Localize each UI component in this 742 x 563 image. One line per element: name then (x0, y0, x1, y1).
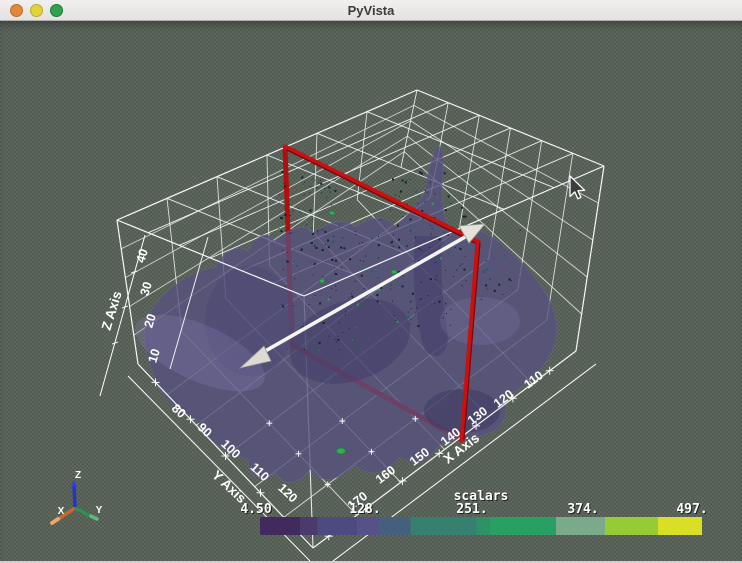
scalar-bar-colormap (260, 517, 702, 535)
z-axis-title: Z Axis (99, 289, 125, 332)
scalar-bar-label-2: 251. (456, 502, 488, 517)
z-arrow-tip (71, 480, 77, 487)
mouse-cursor (569, 175, 586, 200)
y-axis-title: Y Axis (209, 467, 249, 506)
orientation-x-label: X (58, 506, 65, 517)
scalar-bar-label-3: 374. (567, 502, 599, 517)
orientation-axes-widget: Z X Y (50, 470, 103, 525)
scalar-bar-label-4: 497. (676, 502, 708, 517)
window-titlebar[interactable]: PyVista (0, 0, 742, 21)
isosurface-mesh (135, 145, 558, 483)
scalar-bar-label-0: 4.50 (240, 502, 272, 517)
window-title: PyVista (347, 3, 395, 18)
z-tick-30: 30 (137, 280, 154, 297)
orientation-y-label: Y (96, 505, 103, 516)
y-tick-120: 120 (275, 481, 300, 505)
orientation-z-label: Z (75, 470, 81, 481)
pyvista-window: PyVista 10 20 30 40 Z Axis 80 90 100 110… (0, 0, 742, 563)
3d-scene[interactable]: 10 20 30 40 Z Axis 80 90 100 110 120 Y A… (0, 21, 742, 561)
render-viewport[interactable]: 10 20 30 40 Z Axis 80 90 100 110 120 Y A… (0, 21, 742, 561)
z-tick-40: 40 (133, 247, 150, 264)
scalar-bar-label-1: 128. (349, 502, 381, 517)
